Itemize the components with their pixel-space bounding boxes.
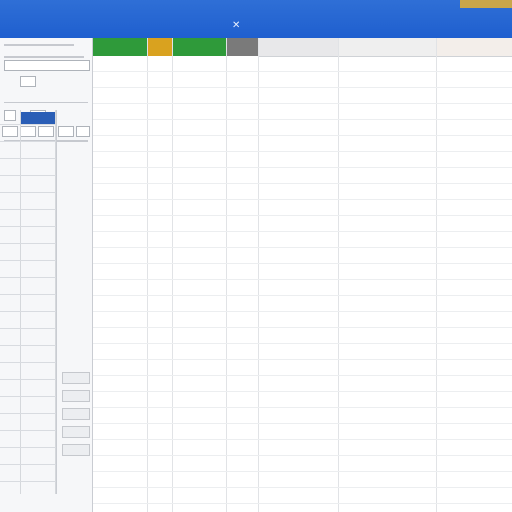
mini-grid-row-line	[0, 447, 56, 448]
grid-row-line	[93, 263, 512, 264]
mini-grid-row-line	[0, 243, 56, 244]
window-title	[8, 8, 128, 22]
grid-row-line	[93, 87, 512, 88]
side-button[interactable]	[62, 390, 90, 402]
close-icon[interactable]: ✕	[232, 20, 240, 31]
grid-column-line	[436, 38, 437, 512]
pane-header-bar	[4, 44, 74, 46]
pane-chip[interactable]	[58, 126, 74, 137]
column-header[interactable]	[436, 38, 512, 57]
side-button[interactable]	[62, 372, 90, 384]
mini-grid-column-line	[20, 110, 21, 494]
side-button[interactable]	[62, 426, 90, 438]
mini-grid-row-line	[0, 413, 56, 414]
side-button-group	[62, 372, 90, 462]
pane-field[interactable]	[4, 93, 88, 103]
grid-column-line	[258, 38, 259, 512]
mini-grid	[0, 110, 57, 494]
mini-grid-row-line	[0, 141, 56, 142]
pane-chip[interactable]	[76, 126, 90, 137]
grid-column-line	[172, 38, 173, 512]
grid-row-line	[93, 375, 512, 376]
pane-icon-button[interactable]	[20, 76, 36, 87]
grid-row-line	[93, 151, 512, 152]
grid-column-line	[226, 38, 227, 512]
grid-row-line	[93, 183, 512, 184]
grid-row-line	[93, 407, 512, 408]
mini-grid-row-line	[0, 209, 56, 210]
mini-grid-column-line	[55, 110, 56, 494]
grid-row-line	[93, 231, 512, 232]
column-header[interactable]	[226, 38, 258, 56]
mini-grid-row-line	[0, 277, 56, 278]
title-bar: ✕	[0, 0, 512, 38]
mini-grid-row-line	[0, 328, 56, 329]
mini-grid-row-line	[0, 294, 56, 295]
pane-divider	[4, 56, 84, 58]
column-header[interactable]	[258, 38, 338, 57]
grid-row-line	[93, 327, 512, 328]
grid-row-line	[93, 343, 512, 344]
mini-grid-row-line	[0, 158, 56, 159]
grid-column-line	[338, 38, 339, 512]
grid-row-line	[93, 487, 512, 488]
grid-row-line	[93, 391, 512, 392]
mini-grid-row-line	[0, 464, 56, 465]
grid-row-line	[93, 471, 512, 472]
mini-grid-row-line	[0, 362, 56, 363]
column-header[interactable]	[338, 38, 436, 57]
grid-row-line	[93, 279, 512, 280]
grid-row-line	[93, 439, 512, 440]
title-bar-accent	[460, 0, 512, 8]
grid-row-line	[93, 135, 512, 136]
grid-row-line	[93, 423, 512, 424]
column-header[interactable]	[93, 38, 147, 56]
mini-grid-row-line	[0, 345, 56, 346]
grid-row-line	[93, 247, 512, 248]
grid-row-line	[93, 199, 512, 200]
mini-grid-row-line	[0, 481, 56, 482]
side-button[interactable]	[62, 444, 90, 456]
mini-grid-row-line	[0, 192, 56, 193]
mini-grid-row-line	[0, 260, 56, 261]
mini-grid-row-line	[0, 175, 56, 176]
mini-grid-row-line	[0, 379, 56, 380]
side-button[interactable]	[62, 408, 90, 420]
grid-row-line	[93, 359, 512, 360]
mini-grid-row-line	[0, 396, 56, 397]
grid-row-line	[93, 295, 512, 296]
mini-grid-selected-header[interactable]	[21, 112, 55, 124]
grid-row-line	[93, 71, 512, 72]
grid-row-line	[93, 503, 512, 504]
grid-row-line	[93, 119, 512, 120]
mini-grid-row-line	[0, 226, 56, 227]
mini-grid-row-line	[0, 311, 56, 312]
spreadsheet-grid[interactable]	[93, 38, 512, 512]
grid-row-line	[93, 311, 512, 312]
mini-grid-row-line	[0, 430, 56, 431]
mini-grid-row-line	[0, 124, 56, 125]
grid-row-line	[93, 215, 512, 216]
grid-column-line	[147, 38, 148, 512]
column-header[interactable]	[172, 38, 226, 56]
column-header[interactable]	[147, 38, 172, 56]
pane-field[interactable]	[4, 60, 90, 71]
grid-row-line	[93, 167, 512, 168]
grid-row-line	[93, 103, 512, 104]
grid-row-line	[93, 455, 512, 456]
